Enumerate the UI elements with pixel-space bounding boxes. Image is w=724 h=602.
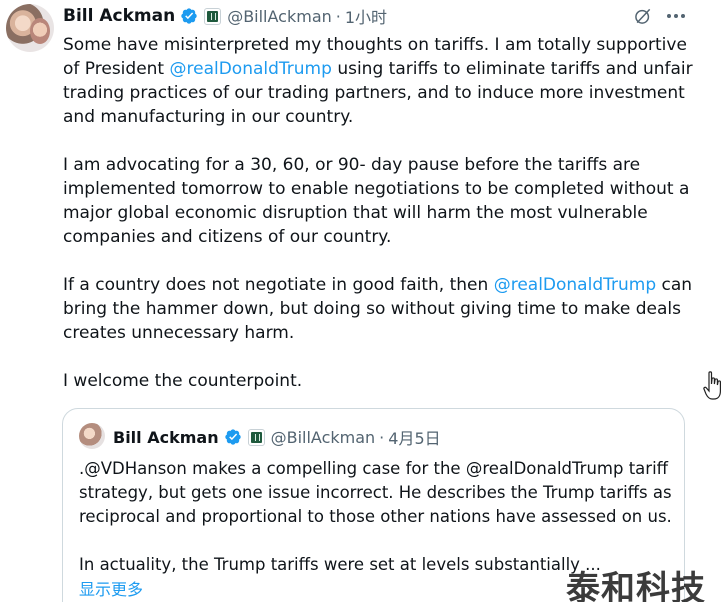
avatar[interactable]	[6, 4, 54, 52]
show-more-link[interactable]: 显示更多	[79, 576, 143, 600]
watermark-logo: 泰和科技	[566, 569, 706, 602]
quote-paragraph-1: .@VDHanson makes a compelling case for t…	[79, 459, 672, 526]
quote-author-handle[interactable]: @BillAckman	[271, 428, 376, 447]
tweet-paragraph-2: I am advocating for a 30, 60, or 90- day…	[63, 155, 690, 247]
tweet: Bill Ackman @BillAckman · 1小时 Some have …	[0, 0, 724, 602]
quote-avatar[interactable]	[79, 423, 105, 449]
verified-badge-icon[interactable]	[180, 7, 198, 25]
hand-cursor-icon	[703, 371, 721, 400]
author-handle[interactable]: @BillAckman	[227, 7, 332, 26]
mention-link[interactable]: @realDonaldTrump	[494, 275, 656, 295]
verified-badge-icon[interactable]	[224, 428, 242, 446]
quote-time[interactable]: 4月5日	[388, 425, 440, 449]
quote-author-name[interactable]: Bill Ackman	[113, 428, 219, 447]
tweet-header: Bill Ackman @BillAckman · 1小时	[63, 4, 387, 28]
quote-header: Bill Ackman @BillAckman · 4月5日	[113, 425, 441, 449]
grok-icon[interactable]	[633, 6, 653, 26]
tweet-paragraph-4: I welcome the counterpoint.	[63, 371, 303, 391]
tweet-paragraph-1: Some have misinterpreted my thoughts on …	[63, 33, 703, 129]
affiliate-badge-icon[interactable]	[204, 7, 222, 25]
separator: ·	[335, 6, 341, 26]
affiliate-badge-icon[interactable]	[247, 428, 265, 446]
more-options-icon[interactable]	[665, 6, 687, 26]
author-name[interactable]: Bill Ackman	[63, 6, 175, 26]
separator: ·	[379, 427, 385, 447]
text-segment: If a country does not negotiate in good …	[63, 275, 494, 295]
tweet-body: Some have misinterpreted my thoughts on …	[63, 33, 703, 393]
mention-link[interactable]: @realDonaldTrump	[170, 59, 332, 79]
tweet-paragraph-3: If a country does not negotiate in good …	[63, 273, 703, 345]
tweet-time[interactable]: 1小时	[345, 4, 387, 28]
quote-body: .@VDHanson makes a compelling case for t…	[79, 457, 674, 577]
